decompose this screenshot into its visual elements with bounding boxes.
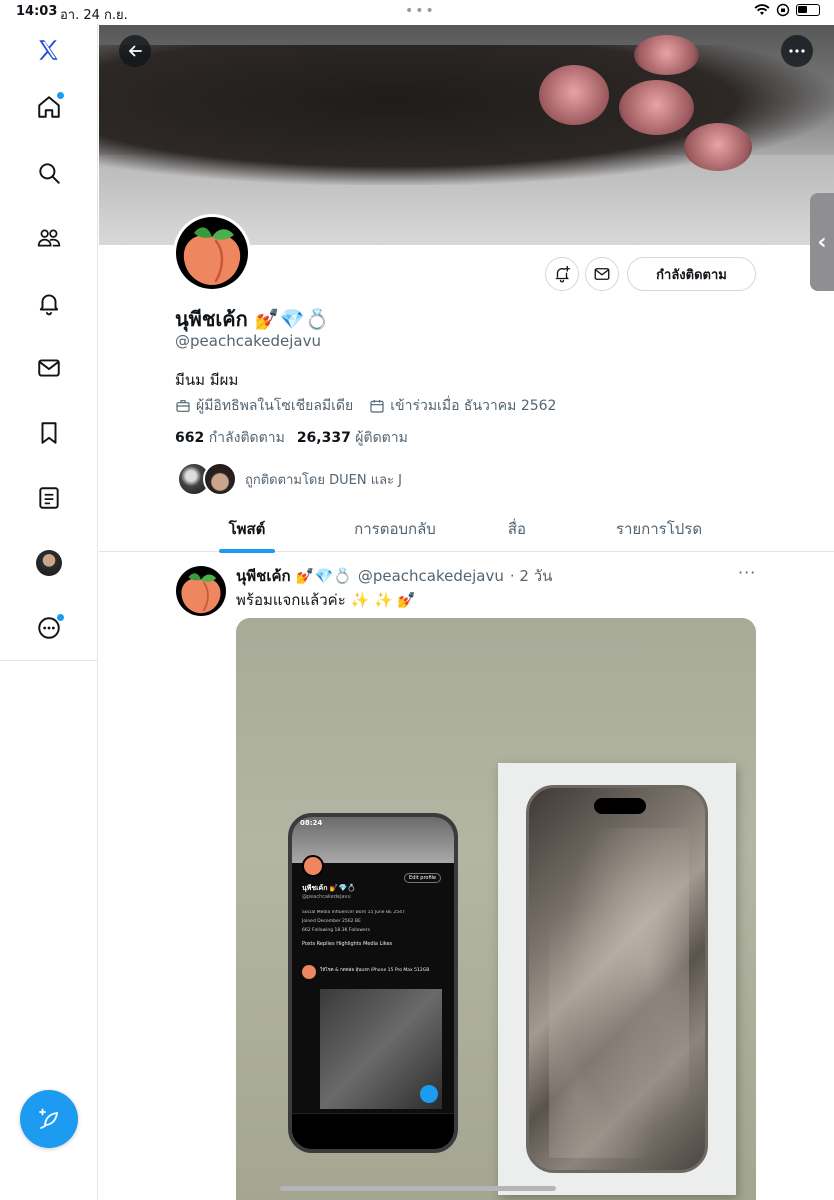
status-bar: 14:03 อา. 24 ก.ย. ••• xyxy=(0,0,834,24)
home-notification-dot xyxy=(57,92,64,99)
followers-count: 26,337 xyxy=(296,430,351,446)
post-header: นุพีชเค้ก 💅💎💍 @peachcakedejavu · 2 วัน xyxy=(236,564,552,588)
compose-button[interactable] xyxy=(20,1090,78,1148)
message-icon xyxy=(594,268,610,280)
more-circle-icon[interactable] xyxy=(29,608,69,648)
tab-label: รายการโปรด xyxy=(615,520,703,538)
photo-edit-profile: Edit profile xyxy=(404,873,442,883)
tab-label: สื่อ xyxy=(507,520,527,538)
photo-line1: Social Media Influencer Born 15 June BE … xyxy=(302,910,405,915)
tab-replies[interactable]: การตอบกลับ xyxy=(335,506,455,552)
side-panel-handle[interactable]: ‹ xyxy=(810,193,834,291)
sidebar xyxy=(0,24,98,1200)
profile-joined: เข้าร่วมเมื่อ ธันวาคม 2562 xyxy=(390,398,557,414)
post-more-icon[interactable]: ··· xyxy=(738,563,756,582)
followed-by-text: ถูกติดตามโดย DUEN และ J xyxy=(245,472,403,488)
more-icon[interactable] xyxy=(781,35,813,67)
profile-meta: ผู้มีอิทธิพลในโซเชียลมีเดีย เข้าร่วมเมื่… xyxy=(175,395,556,417)
active-tab-indicator xyxy=(219,549,275,553)
notify-button[interactable] xyxy=(545,257,579,291)
photo-stats: 662 Following 18.3K Followers xyxy=(302,928,371,933)
more-notification-dot xyxy=(57,614,64,621)
profile-name: นุพีชเค้ก 💅💎💍 xyxy=(175,307,330,331)
photo-handle: @peachcakedejavu xyxy=(302,894,351,900)
battery-icon xyxy=(796,4,820,16)
search-icon[interactable] xyxy=(29,153,69,193)
lists-icon[interactable] xyxy=(29,478,69,518)
system-indicators xyxy=(754,3,820,17)
followers-link[interactable]: 26,337 ผู้ติดตาม xyxy=(297,427,408,449)
post-age[interactable]: · 2 วัน xyxy=(510,564,553,588)
post-author-handle[interactable]: @peachcakedejavu xyxy=(358,567,504,585)
post-image[interactable]: 08:24 Edit profile นุพีชเค้ก 💅💎💍 @peachc… xyxy=(236,618,756,1200)
tab-media[interactable]: สื่อ xyxy=(485,506,549,552)
mail-icon[interactable] xyxy=(29,348,69,388)
follower-avatar xyxy=(203,462,237,496)
home-icon[interactable] xyxy=(29,87,69,127)
calendar-icon xyxy=(370,400,384,413)
photo-tweet: ให้โชค & กดหล่อ ลุ้นแจก iPhone 15 Pro Ma… xyxy=(320,968,430,973)
back-arrow-icon[interactable] xyxy=(119,35,151,67)
post-text: พร้อมแจกแล้วค่ะ ✨ ✨ 💅 xyxy=(236,591,417,609)
wifi-icon xyxy=(754,4,770,15)
rotation-lock-icon xyxy=(776,3,790,17)
status-date: อา. 24 ก.ย. xyxy=(60,8,128,23)
compose-icon xyxy=(39,1108,59,1129)
message-button[interactable] xyxy=(585,257,619,291)
photo-line2: Joined December 2562 BE xyxy=(302,919,361,924)
profile-banner[interactable] xyxy=(99,25,834,245)
tab-posts[interactable]: โพสต์ xyxy=(199,506,295,553)
tab-likes[interactable]: รายการโปรด xyxy=(594,506,724,552)
x-logo-icon[interactable] xyxy=(29,30,69,70)
notify-plus-icon xyxy=(555,265,571,283)
home-indicator xyxy=(280,1186,556,1191)
peach-avatar-image xyxy=(176,217,248,289)
profile-avatar[interactable] xyxy=(173,214,251,292)
briefcase-icon xyxy=(176,400,190,412)
photo-phone: 08:24 Edit profile นุพีชเค้ก 💅💎💍 @peachc… xyxy=(288,813,458,1153)
followers-label: ผู้ติดตาม xyxy=(355,430,408,446)
iphone-box xyxy=(498,763,736,1195)
following-label: กำลังติดตาม xyxy=(208,430,285,446)
photo-name: นุพีชเค้ก 💅💎💍 xyxy=(302,884,357,892)
photo-phone-time: 08:24 xyxy=(300,819,323,827)
profile-bio: มีนม มีผม xyxy=(175,371,239,389)
followed-by[interactable]: ถูกติดตามโดย DUEN และ J xyxy=(177,462,402,496)
communities-icon[interactable] xyxy=(29,218,69,258)
multitask-dots-icon[interactable]: ••• xyxy=(405,3,436,19)
post-author-name[interactable]: นุพีชเค้ก 💅💎💍 xyxy=(236,564,352,588)
profile-stats: 662 กำลังติดตาม 26,337 ผู้ติดตาม xyxy=(175,427,408,449)
following-button[interactable]: กำลังติดตาม xyxy=(627,257,756,291)
profile-tabs: โพสต์ การตอบกลับ สื่อ รายการโปรด xyxy=(99,506,834,553)
following-link[interactable]: 662 กำลังติดตาม xyxy=(175,427,285,449)
tab-label: การตอบกลับ xyxy=(354,520,436,538)
photo-tabs: Posts Replies Highlights Media Likes xyxy=(302,941,393,947)
profile-category[interactable]: ผู้มีอิทธิพลในโซเชียลมีเดีย xyxy=(196,395,353,417)
bookmark-icon[interactable] xyxy=(29,413,69,453)
profile-handle: @peachcakedejavu xyxy=(175,332,322,350)
status-time: 14:03 xyxy=(16,4,58,19)
profile-avatar-icon[interactable] xyxy=(29,543,69,583)
tab-label: โพสต์ xyxy=(228,520,266,538)
post-avatar[interactable] xyxy=(176,566,226,616)
bell-icon[interactable] xyxy=(29,283,69,323)
following-count: 662 xyxy=(175,430,205,446)
